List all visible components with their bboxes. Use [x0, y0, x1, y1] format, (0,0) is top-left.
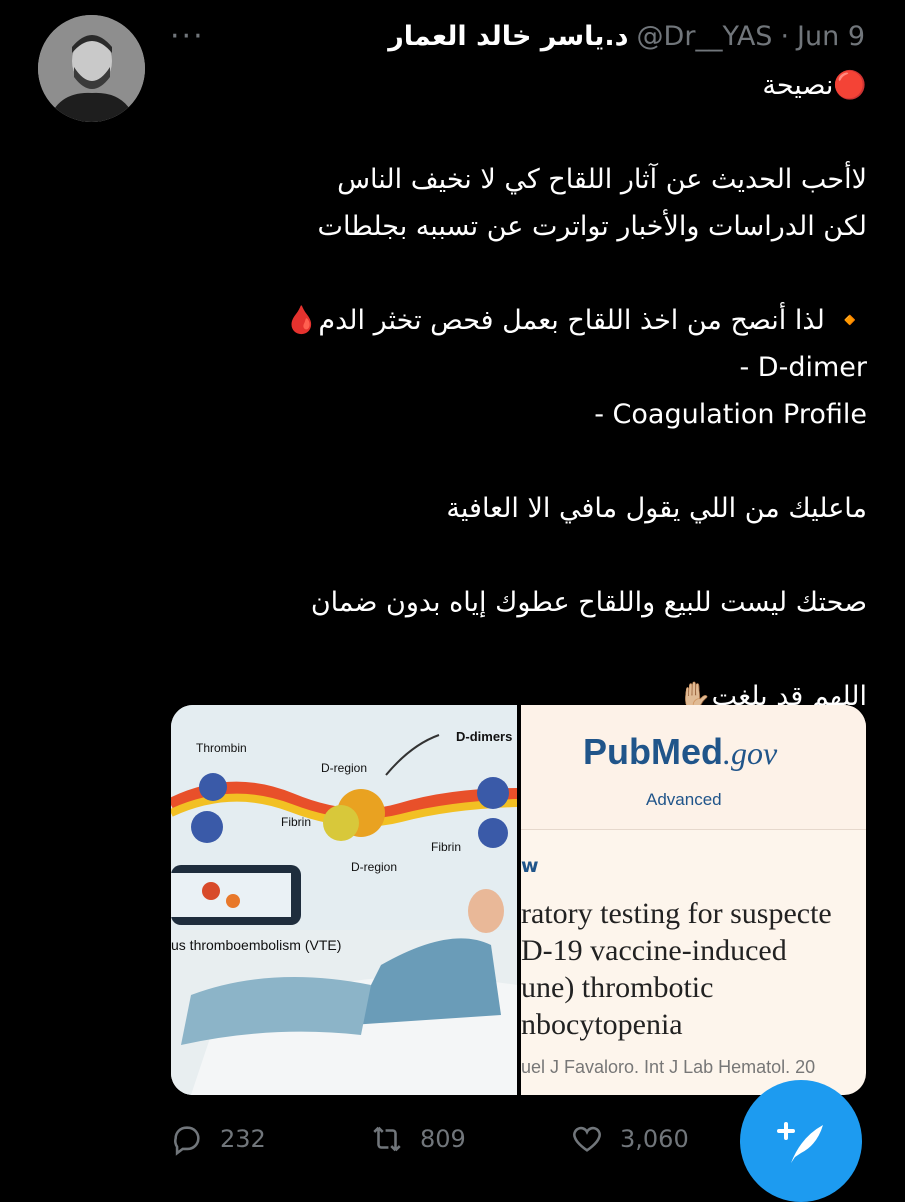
tweet-line: [170, 626, 867, 673]
pubmed-logo: PubMed.gov: [583, 731, 778, 772]
label-d-dimers: D-dimers: [456, 729, 513, 744]
label-vte: us thromboembolism (VTE): [171, 937, 342, 953]
tweet-line: لكن الدراسات والأخبار تواترت عن تسببه بج…: [317, 211, 867, 242]
author-meta: د.ياسر خالد العمار @Dr__YAS · Jun 9: [388, 21, 865, 52]
like-count: 3,060: [620, 1125, 689, 1153]
tweet-line: [170, 109, 867, 156]
tweet-line: 🔴نصيحة: [762, 70, 867, 101]
tweet-header: ··· د.ياسر خالد العمار @Dr__YAS · Jun 9: [170, 14, 865, 58]
tweet-actions: 232 809 3,060: [170, 1122, 770, 1156]
compose-tweet-button[interactable]: [740, 1080, 862, 1202]
more-options-icon[interactable]: ···: [170, 19, 205, 54]
tweet-date[interactable]: Jun 9: [797, 21, 865, 52]
tweet-line: [170, 438, 867, 485]
avatar[interactable]: [38, 15, 145, 122]
media-image-pubmed[interactable]: PubMed.gov Advanced w ratory testing for…: [521, 705, 866, 1095]
pubmed-advanced: Advanced: [646, 790, 722, 809]
label-fibrin: Fibrin: [431, 840, 462, 854]
pubmed-header: PubMed.gov Advanced: [521, 705, 866, 830]
pubmed-author: uel J Favaloro. Int J Lab Hematol. 20: [521, 1057, 816, 1077]
label-thrombin: Thrombin: [196, 741, 247, 755]
tweet-line: لاأحب الحديث عن آثار اللقاح كي لا نخيف ا…: [337, 164, 867, 195]
retweet-icon: [373, 1126, 401, 1152]
label-fibrin: Fibrin: [281, 815, 312, 829]
tweet-line: - D-dimer: [739, 352, 867, 383]
label-d-region: D-region: [351, 860, 398, 874]
heart-icon: [573, 1126, 601, 1152]
tweet-media: D-dimers Thrombin D-region Fibrin D-regi…: [171, 705, 866, 1095]
profile-photo: [38, 15, 145, 122]
label-d-region: D-region: [321, 761, 368, 775]
author-handle[interactable]: @Dr__YAS: [637, 21, 773, 52]
tweet-line: صحتك ليست للبيع واللقاح عطوك إياه بدون ض…: [310, 587, 867, 618]
reply-count: 232: [220, 1125, 266, 1153]
tweet-line: 🔸 لذا أنصح من اخذ اللقاح بعمل فحص تخثر ا…: [284, 305, 867, 336]
separator-dot: ·: [780, 20, 790, 52]
media-image-dimer[interactable]: D-dimers Thrombin D-region Fibrin D-regi…: [171, 705, 517, 1095]
retweet-count: 809: [420, 1125, 466, 1153]
tweet-line: - Coagulation Profile: [594, 399, 867, 430]
compose-feather-icon: [777, 1122, 823, 1163]
tweet-line: ماعليك من اللي يقول مافي الا العافية: [446, 493, 867, 524]
tweet-line: [170, 532, 867, 579]
reply-icon: [174, 1126, 200, 1156]
pubmed-article-title: ratory testing for suspecte D-19 vaccine…: [521, 897, 832, 1041]
tweet-text: 🔴نصيحة لاأحب الحديث عن آثار اللقاح كي لا…: [170, 62, 867, 720]
tweet-line: [170, 250, 867, 297]
retweet-button[interactable]: 809: [370, 1122, 570, 1156]
reply-button[interactable]: 232: [170, 1122, 370, 1156]
author-name[interactable]: د.ياسر خالد العمار: [388, 21, 628, 52]
pubmed-badge: w: [521, 855, 539, 877]
